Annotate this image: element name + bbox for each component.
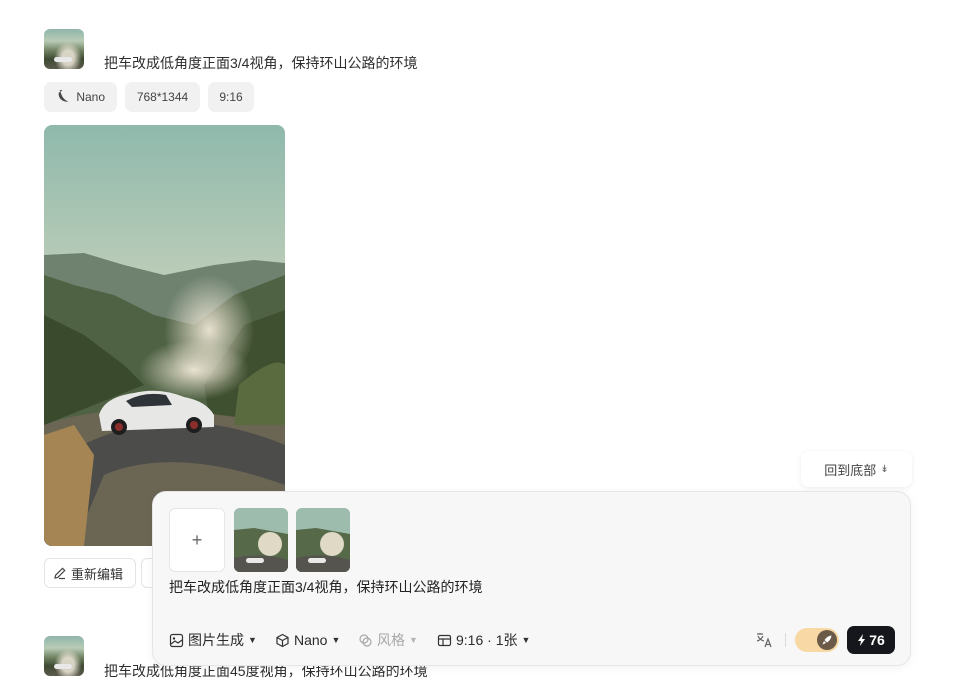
- re-edit-label: 重新编辑: [71, 566, 124, 582]
- model-label: Nano: [294, 632, 328, 648]
- boost-toggle[interactable]: [795, 628, 839, 652]
- ratio-count-label: 9:16 · 1张: [456, 632, 518, 648]
- aspect-ratio-icon: [437, 634, 452, 646]
- lightning-icon: [858, 634, 866, 646]
- scroll-to-bottom-button[interactable]: 回到底部 ↡: [801, 451, 912, 487]
- generate-button[interactable]: 76: [847, 626, 895, 654]
- style-label: 风格: [377, 632, 405, 648]
- reference-image-thumbnail[interactable]: [234, 508, 288, 572]
- reference-image-thumbnail-2[interactable]: [296, 508, 350, 572]
- add-icon: +: [191, 529, 203, 550]
- model-select[interactable]: Nano ▼: [275, 630, 340, 650]
- style-select[interactable]: 风格 ▼: [358, 630, 418, 650]
- scroll-to-bottom-label: 回到底部: [824, 462, 877, 478]
- add-reference-image-button[interactable]: +: [169, 508, 225, 572]
- image-generate-icon: [169, 633, 184, 647]
- generated-image-graphic: [44, 125, 285, 546]
- message-prompt-text: 把车改成低角度正面3/4视角，保持环山公路的环境: [104, 55, 418, 71]
- reference-image-graphic: [234, 508, 288, 572]
- model-chip: Nano: [44, 82, 117, 112]
- user-avatar-image-2: [44, 636, 84, 676]
- translate-icon[interactable]: [755, 631, 773, 649]
- re-edit-button[interactable]: 重新编辑: [44, 558, 136, 588]
- chevron-down-icon: ▼: [248, 635, 257, 645]
- ratio-count-select[interactable]: 9:16 · 1张 ▼: [437, 630, 530, 650]
- toolbar-divider: [785, 633, 786, 647]
- prompt-composer: + 把车改成低角度正面3/4视角，保持环山公路的环境 图片生成 ▼ Nano ▼…: [152, 491, 911, 666]
- cube-icon: [276, 633, 289, 647]
- user-avatar-image: [44, 29, 84, 69]
- model-chip-label: Nano: [76, 90, 105, 104]
- reference-image-graphic-2: [296, 508, 350, 572]
- chevron-down-icon: ▼: [521, 635, 531, 645]
- style-icon: [359, 633, 372, 647]
- ratio-chip: 9:16: [208, 82, 254, 112]
- edit-pencil-icon: [54, 567, 66, 580]
- rocket-icon: [817, 630, 837, 650]
- mode-select[interactable]: 图片生成 ▼: [169, 630, 257, 650]
- banana-icon: [58, 89, 69, 102]
- resolution-chip: 768*1344: [125, 82, 200, 112]
- chevron-down-icon: ▼: [409, 635, 418, 645]
- prompt-input[interactable]: 把车改成低角度正面3/4视角，保持环山公路的环境: [169, 577, 482, 597]
- credits-count: 76: [869, 632, 885, 648]
- double-chevron-down-icon: ↡: [880, 463, 889, 475]
- chevron-down-icon: ▼: [331, 635, 341, 645]
- generated-image[interactable]: [44, 125, 285, 546]
- mode-label: 图片生成: [188, 632, 244, 648]
